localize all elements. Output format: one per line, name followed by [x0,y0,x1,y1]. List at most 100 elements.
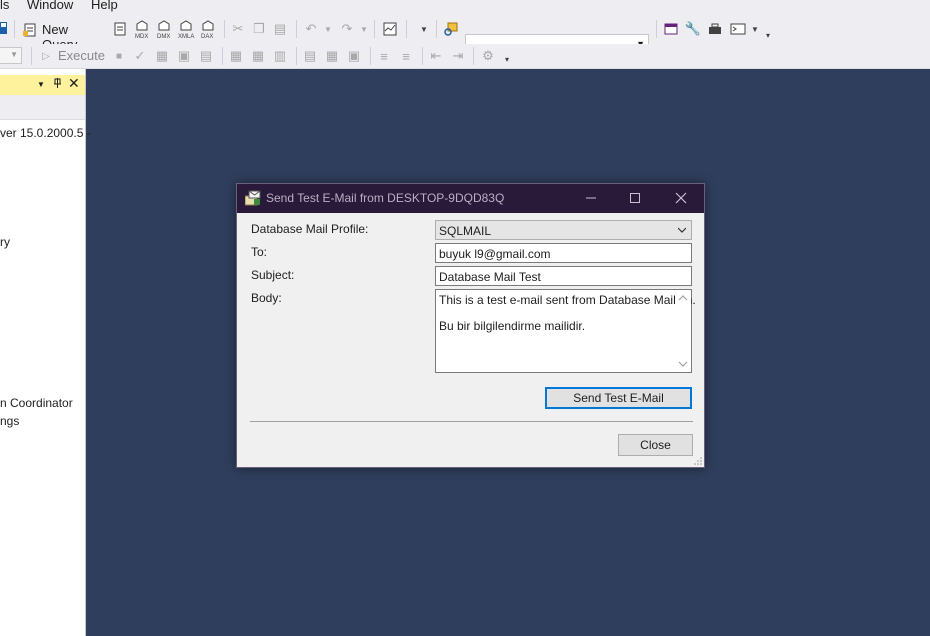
client-stats-icon[interactable]: ▥ [273,48,287,64]
xmla-label: XMLA [178,34,195,40]
to-field[interactable]: buyuk l9@gmail.com [435,243,692,263]
toolbar-separator [370,47,371,65]
command-window-icon[interactable] [729,21,747,37]
results-to-text-icon[interactable]: ▤ [303,48,317,64]
cut-icon[interactable]: ✂ [231,21,245,37]
properties-wrench-icon[interactable]: 🔧 [685,21,701,37]
paste-icon[interactable]: ▤ [273,21,287,37]
results-to-file-icon[interactable]: ▣ [347,48,361,64]
database-engine-query-icon[interactable] [112,21,128,37]
tree-item-coordinator[interactable]: n Coordinator [0,396,73,410]
xmla-query-icon[interactable] [178,19,194,33]
body-label: Body: [251,291,282,305]
minimize-icon [586,197,596,199]
decrease-indent-icon[interactable]: ⇤ [429,48,443,64]
close-icon[interactable]: ✕ [68,75,80,92]
toolbar-separator [436,20,437,38]
increase-indent-icon[interactable]: ⇥ [451,48,465,64]
redo-icon[interactable]: ↷ [340,21,354,37]
live-stats-icon[interactable]: ▦ [251,48,265,64]
send-button-label: Send Test E-Mail [573,391,664,405]
database-selector[interactable]: ▼ [0,47,22,64]
execute-label: Execute [58,48,105,63]
standard-toolbar: New Query MDX DMX XMLA DAX ✂ ❐ ▤ ↶ ▼ ↷ ▼… [0,14,930,54]
dialog-titlebar[interactable]: Send Test E-Mail from DESKTOP-9DQD83Q [237,184,704,213]
dialog-divider [250,421,693,422]
query-designer-icon[interactable]: ▣ [177,48,191,64]
toolbar-separator [14,20,15,38]
toolbar-overflow-icon[interactable]: ▾ [502,53,512,65]
toolbar-separator [296,47,297,65]
minimize-button[interactable] [579,188,603,208]
close-button-label: Close [640,438,671,452]
dmx-query-icon[interactable] [156,19,172,33]
toolbar-separator [374,20,375,38]
maximize-button[interactable] [623,188,647,208]
toolbar-separator [31,47,32,65]
close-button[interactable]: Close [618,434,693,456]
dmx-label: DMX [157,34,171,40]
redo-dropdown-icon[interactable]: ▼ [359,23,369,35]
tree-item-query-store[interactable]: ry [0,235,10,249]
subject-value: Database Mail Test [439,270,541,284]
profile-select[interactable]: SQLMAIL [435,220,692,240]
send-test-email-button[interactable]: Send Test E-Mail [545,387,692,409]
menu-help[interactable]: Help [91,0,118,12]
subject-field[interactable]: Database Mail Test [435,266,692,286]
close-icon [675,192,687,204]
uncomment-icon[interactable]: ≡ [399,48,413,64]
include-plan-icon[interactable]: ▦ [229,48,243,64]
undo-icon[interactable]: ↶ [304,21,318,37]
command-dropdown-icon[interactable]: ▼ [750,23,760,35]
mdx-query-icon[interactable] [134,19,150,33]
visual-studio-icon[interactable] [663,21,679,37]
find-in-files-icon[interactable] [443,21,459,37]
toolbar-separator [222,47,223,65]
new-query-button[interactable]: New Query [22,22,102,52]
toolbar-separator [473,47,474,65]
maximize-icon [630,193,640,203]
to-label: To: [251,245,268,259]
menu-window[interactable]: Window [27,0,73,12]
parse-check-icon[interactable]: ✓ [133,48,147,64]
new-query-icon [22,22,38,38]
toolbox-icon[interactable] [707,21,723,37]
object-explorer-panel: ▼ ✕ ver 15.0.2000.5 - ry n Coordinator n… [0,69,91,636]
results-to-grid-icon[interactable]: ▦ [325,48,339,64]
specify-template-values-icon[interactable]: ⚙ [481,48,495,64]
stop-icon[interactable]: ■ [113,48,125,64]
tree-item-settings[interactable]: ngs [0,414,19,428]
scroll-up-icon[interactable] [678,294,688,302]
close-window-button[interactable] [669,188,693,208]
chevron-down-icon [678,227,686,233]
send-test-email-dialog: Send Test E-Mail from DESKTOP-9DQD83Q Da… [236,183,705,468]
execute-button[interactable]: ▷ Execute [40,47,105,65]
undo-dropdown-icon[interactable]: ▼ [323,23,333,35]
resize-grip-icon[interactable] [693,456,703,466]
solution-config-dropdown-icon[interactable]: ▼ [419,23,429,35]
menu-tools[interactable]: ls [0,0,9,12]
toolbar-separator [224,20,225,38]
body-textarea[interactable]: This is a test e-mail sent from Database… [435,289,696,373]
body-line: Bu bir bilgilendirme mailidir. [439,319,586,333]
mail-app-icon [244,190,261,206]
scroll-down-icon[interactable] [678,360,688,368]
menu-bar: ls Window Help [0,0,930,14]
object-explorer-header: ▼ ✕ [0,75,85,95]
activity-monitor-icon[interactable] [382,21,398,37]
object-explorer-toolbar [0,95,85,120]
estimated-plan-icon[interactable]: ▦ [155,48,169,64]
window-position-dropdown-icon[interactable]: ▼ [37,80,45,89]
tree-item-server[interactable]: ver 15.0.2000.5 - [0,126,91,140]
pin-icon[interactable] [53,77,62,92]
chevron-down-icon: ▼ [10,50,18,59]
comment-out-icon[interactable]: ≡ [377,48,391,64]
body-scrollbar[interactable] [675,290,691,372]
dax-label: DAX [201,34,214,40]
toolbar-overflow-icon[interactable]: ▾ [763,29,773,41]
dax-query-icon[interactable] [200,19,216,33]
body-line: This is a test e-mail sent from Database… [439,293,696,307]
intellisense-icon[interactable]: ▤ [199,48,213,64]
save-icon[interactable] [0,20,8,36]
copy-icon[interactable]: ❐ [252,21,266,37]
